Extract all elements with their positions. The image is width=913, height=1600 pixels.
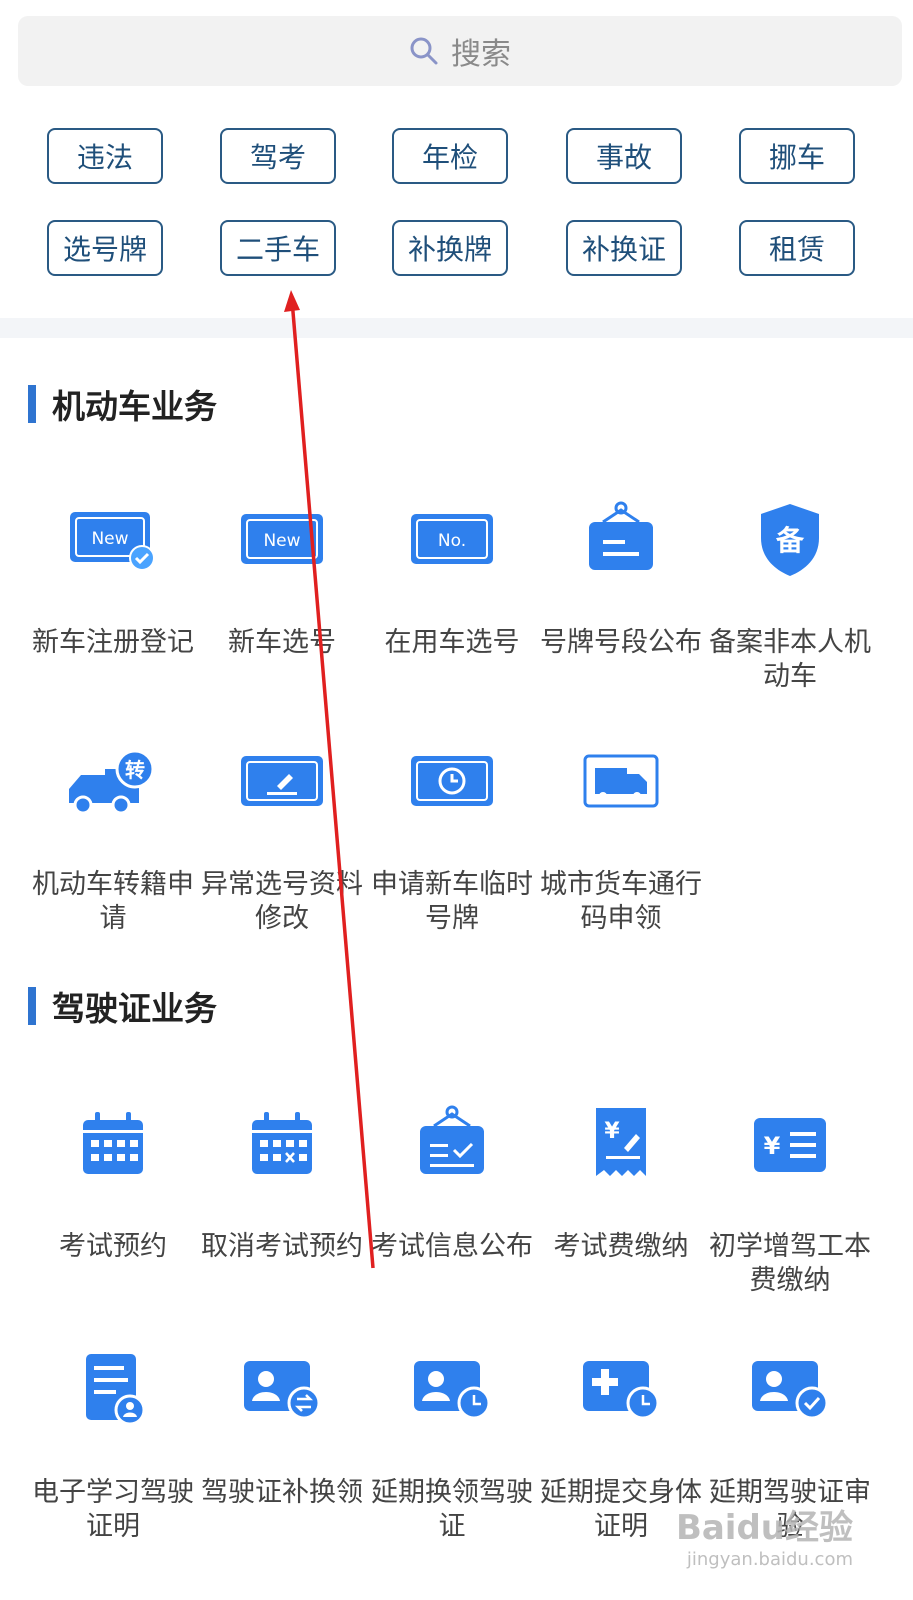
watermark-logo: Baidu经验 [675, 1508, 853, 1548]
annotation-arrow [284, 290, 375, 1269]
watermark-url: jingyan.baidu.com [686, 1549, 853, 1570]
watermark: Baidu经验 jingyan.baidu.com [676, 1500, 853, 1570]
